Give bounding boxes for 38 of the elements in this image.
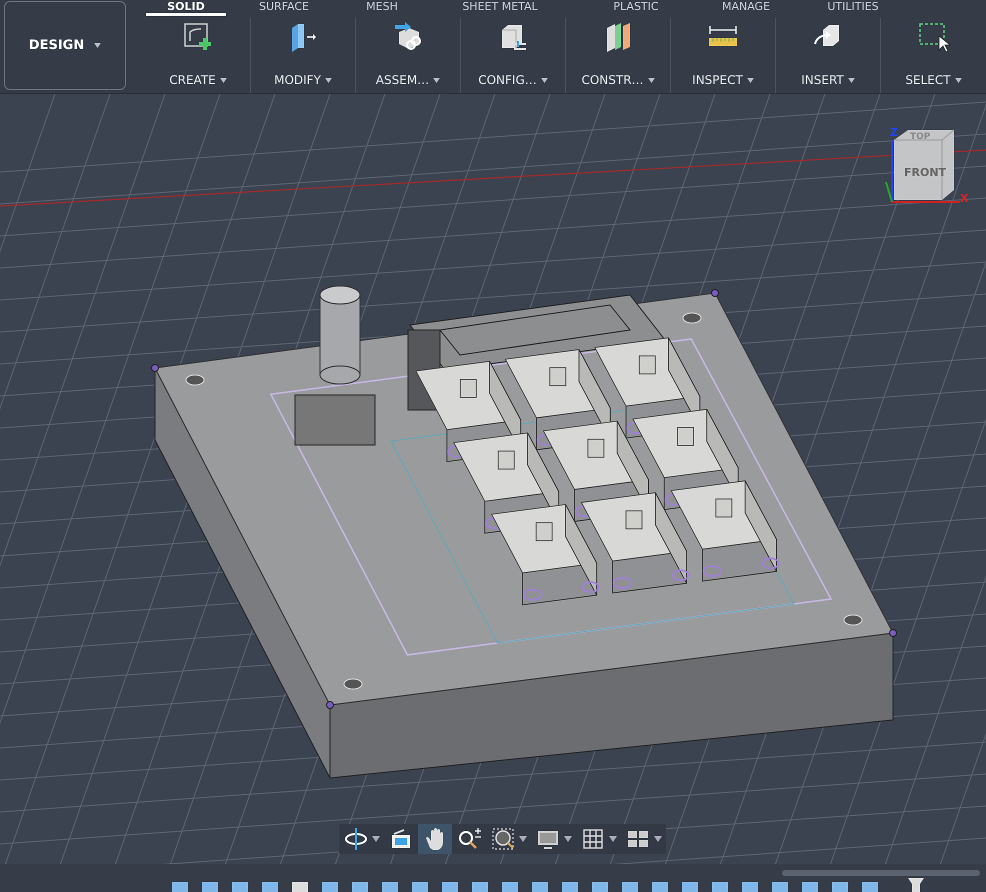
toolbar-dropdown[interactable]: INSERT <box>776 18 881 93</box>
x-axis-label: X <box>960 192 968 205</box>
toolbar-dropdown[interactable]: CONFIG… <box>461 18 566 93</box>
caret-icon <box>648 78 655 84</box>
caret-icon <box>609 836 617 842</box>
caret-icon <box>954 78 962 84</box>
toolbar-tab[interactable]: MESH <box>342 0 422 16</box>
toolbar-tab[interactable]: SOLID <box>146 0 226 16</box>
caret-icon <box>324 78 332 84</box>
caret-icon <box>220 78 227 84</box>
caret-icon <box>519 836 527 842</box>
front-face-label: FRONT <box>904 166 946 179</box>
caret-icon <box>372 836 380 842</box>
toolbar-tab[interactable]: SURFACE <box>226 0 342 16</box>
pan-button[interactable] <box>418 824 452 854</box>
caret-icon <box>540 78 548 84</box>
caret-icon <box>746 78 754 84</box>
toolbar-tab[interactable]: SHEET METAL <box>422 0 578 16</box>
toolbar-dropdown[interactable]: ASSEM… <box>356 18 461 93</box>
toolbar-tab[interactable]: PLASTIC <box>578 0 694 16</box>
orbit-icon <box>343 826 369 852</box>
z-axis-label: Z <box>890 126 898 139</box>
top-face-label: TOP <box>910 132 930 142</box>
caret-icon <box>433 78 440 84</box>
caret-icon <box>848 78 855 84</box>
toolbar-tab[interactable]: MANAGE <box>694 0 798 16</box>
fit-icon <box>490 826 516 852</box>
caret-icon <box>94 43 102 48</box>
workspace-dropdown[interactable]: DESIGN <box>4 1 126 90</box>
caret-icon <box>654 836 662 842</box>
toolbar-dropdown[interactable]: CONSTR… <box>566 18 671 93</box>
caret-icon <box>564 836 572 842</box>
toolbar-dropdown[interactable]: SELECT <box>881 18 986 93</box>
toolbar-dropdown[interactable]: MODIFY <box>251 18 356 93</box>
scroll-bar[interactable] <box>782 870 980 876</box>
toolbar-tab[interactable]: UTILITIES <box>798 0 908 16</box>
toolbar-dropdown[interactable]: CREATE <box>146 18 251 93</box>
toolbar-dropdown[interactable]: INSPECT <box>671 18 776 93</box>
